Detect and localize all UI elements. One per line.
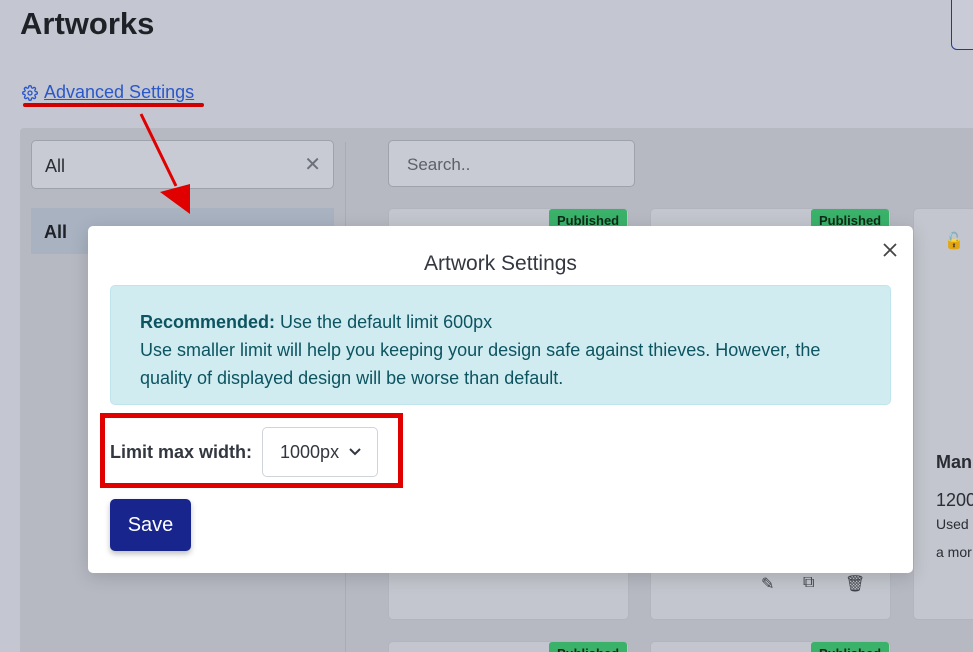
- advanced-settings-label: Advanced Settings: [44, 82, 195, 102]
- annotation-underline: [23, 103, 204, 107]
- clear-icon[interactable]: ✕: [304, 152, 321, 177]
- advanced-settings-link[interactable]: Advanced Settings: [22, 82, 194, 103]
- header-action-button[interactable]: [951, 0, 973, 50]
- status-badge: Published: [549, 642, 628, 652]
- modal-title: Artwork Settings: [424, 252, 577, 275]
- limit-width-value: 1000px: [280, 441, 340, 462]
- card-size: 1200: [936, 490, 973, 510]
- alert-lead: Use the default limit 600px: [275, 312, 493, 332]
- limit-width-row: Limit max width: 1000px: [110, 427, 379, 477]
- search-input[interactable]: Search..: [388, 140, 635, 187]
- card-title: Man: [936, 452, 972, 472]
- artwork-settings-modal: Artwork Settings Recommended: Use the de…: [88, 226, 913, 573]
- card-desc-line1: Used: [936, 516, 969, 532]
- alert-body: Use smaller limit will help you keeping …: [140, 340, 821, 388]
- artwork-card[interactable]: Published: [388, 641, 629, 652]
- copy-icon[interactable]: ⧉: [803, 574, 814, 592]
- trash-icon[interactable]: 🗑: [845, 574, 865, 594]
- save-button[interactable]: Save: [110, 499, 191, 551]
- edit-icon[interactable]: ✎: [761, 574, 774, 594]
- info-alert: Recommended: Use the default limit 600px…: [110, 285, 891, 405]
- card-desc-line2: a mor: [936, 544, 972, 560]
- gear-icon: [22, 84, 38, 101]
- artwork-card[interactable]: 🔓 Man 1200 Used a mor: [913, 208, 973, 620]
- limit-width-select[interactable]: 1000px: [262, 427, 379, 477]
- annotation-arrow: [139, 113, 190, 214]
- limit-width-label: Limit max width:: [110, 441, 253, 462]
- close-icon[interactable]: [880, 240, 900, 260]
- artwork-card[interactable]: Published: [650, 641, 891, 652]
- page-title: Artworks: [20, 6, 155, 41]
- alert-strong: Recommended:: [140, 312, 276, 332]
- lock-icon: 🔓: [944, 233, 964, 250]
- chevron-down-icon: [349, 448, 361, 456]
- category-filter-value: All: [45, 156, 66, 176]
- status-badge: Published: [811, 642, 890, 652]
